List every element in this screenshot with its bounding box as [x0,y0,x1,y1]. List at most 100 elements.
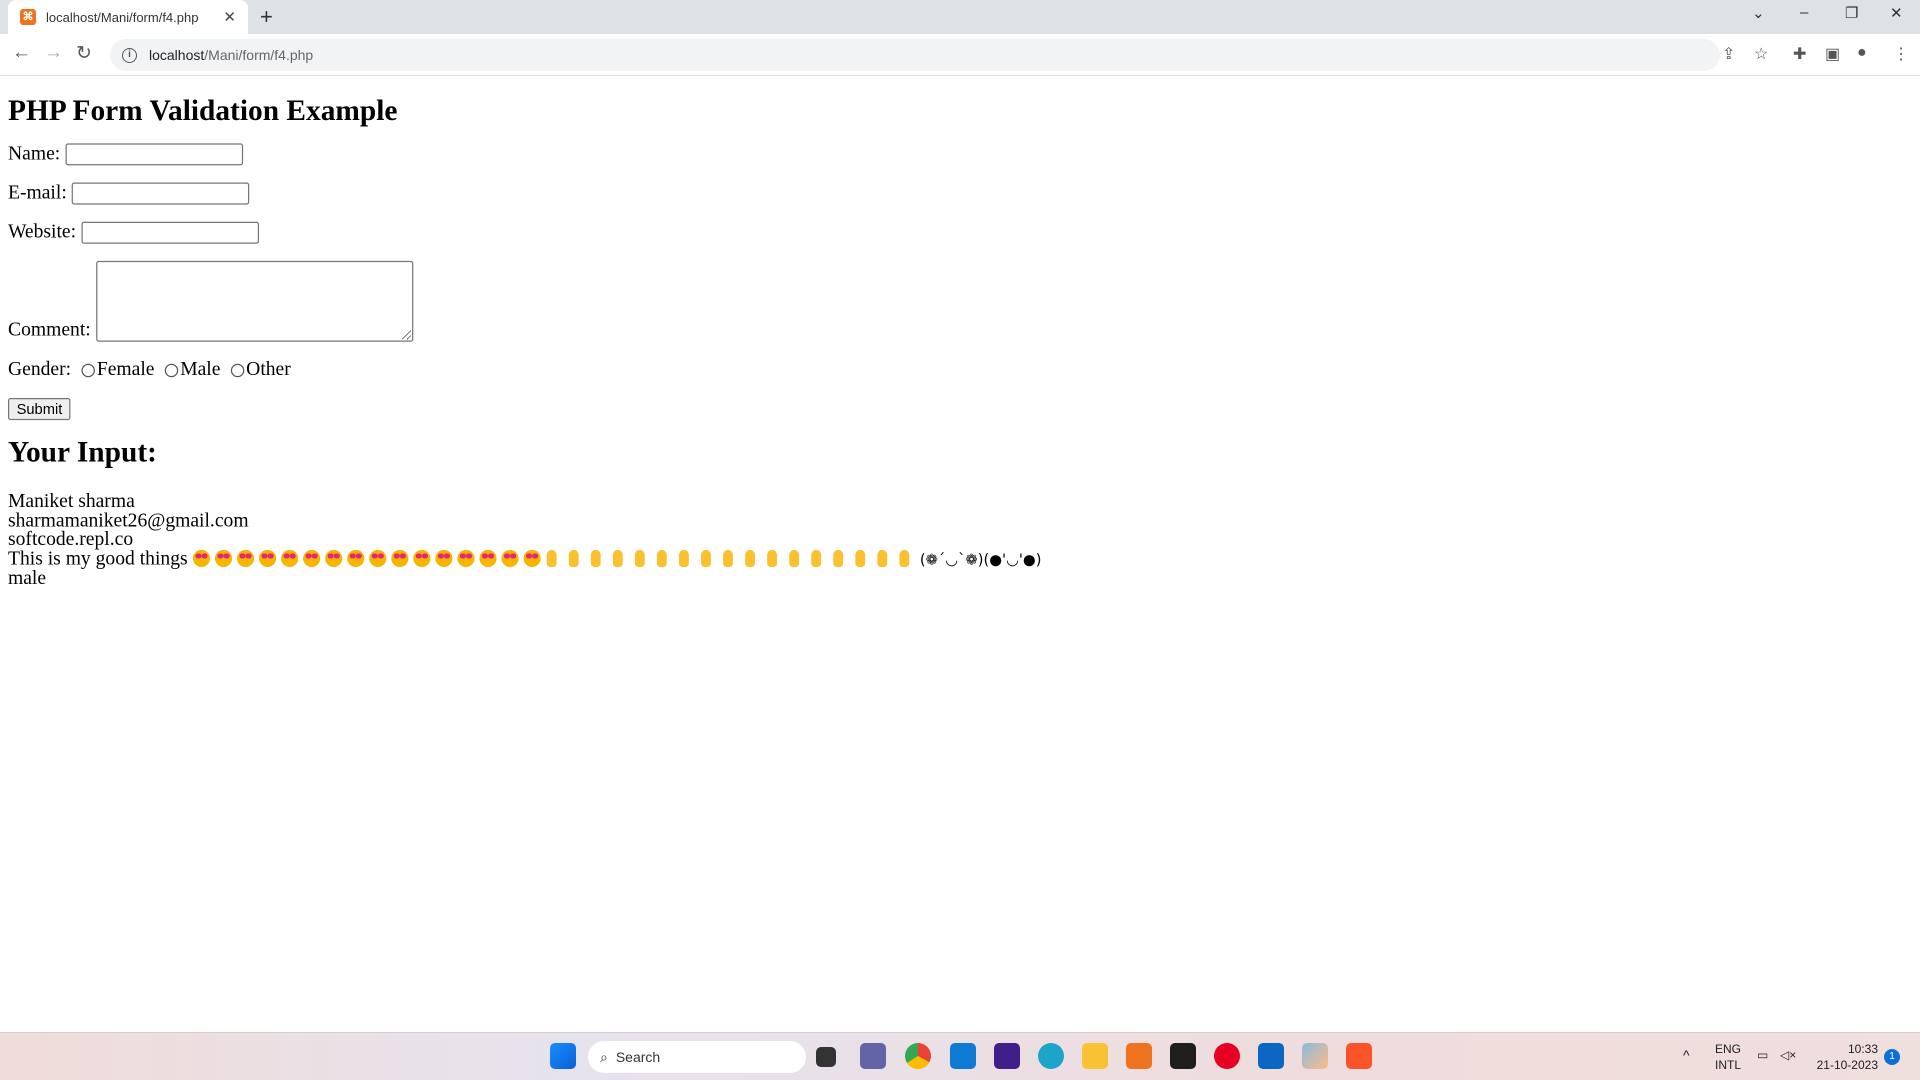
ok-hand-emoji-icon [766,549,778,567]
name-input[interactable] [65,143,243,166]
app-icon[interactable] [1302,1043,1328,1069]
ok-hand-emoji-icon [545,549,557,567]
search-icon: ⌕ [600,1048,608,1065]
heart-eyes-emoji-icon [412,549,431,567]
network-icon[interactable]: ▭ [1757,1047,1768,1063]
ok-hand-emoji-icon [832,549,844,567]
gender-other-radio[interactable] [230,363,244,377]
name-label: Name: [8,143,61,165]
intellij-icon[interactable] [994,1043,1020,1069]
file-explorer-icon[interactable] [1082,1043,1108,1069]
output-comment: This is my good things (❁´◡`❁)(●'◡'●) [8,549,1918,569]
ok-hand-emoji-icon [854,549,866,567]
tab-bar: ⌘ localhost/Mani/form/f4.php ✕ + ⌄ – ❐ ✕ [0,0,1920,34]
submit-button[interactable]: Submit [8,398,71,421]
heart-eyes-emoji-icon [501,549,519,567]
heart-eyes-emoji-icon [324,549,342,567]
ok-hand-emoji-icon [898,549,910,567]
output-block: Maniket sharma sharmamaniket26@gmail.com… [8,492,1918,588]
comment-label: Comment: [8,319,91,341]
gender-male-radio[interactable] [164,363,178,377]
pinterest-icon[interactable] [1214,1043,1240,1069]
side-panel-icon[interactable]: ▣ [1825,44,1840,64]
heart-eyes-emoji-icon [346,549,364,567]
ok-hand-emoji-icon [633,549,645,567]
ok-hand-emoji-icon [876,549,888,567]
ok-hand-emoji-icon [677,549,689,567]
ok-hand-emoji-icon [744,549,756,567]
taskbar-search[interactable]: ⌕ Search [588,1041,806,1073]
output-kaomoji: (❁´◡`❁)(●'◡'●) [919,550,1042,568]
gender-label: Gender: [8,358,72,380]
gender-female-label[interactable]: Female [97,359,155,381]
ok-hand-emoji-icon [699,549,711,567]
tab-active[interactable]: ⌘ localhost/Mani/form/f4.php ✕ [8,0,248,34]
heart-eyes-emoji-icon [258,549,276,567]
date: 21-10-2023 [1816,1058,1878,1072]
heart-eyes-emoji-icon [236,549,254,567]
tab-title: localhost/Mani/form/f4.php [46,9,199,25]
heart-eyes-emoji-icon [390,549,409,567]
comment-textarea[interactable] [95,260,413,342]
bookmark-star-icon[interactable]: ☆ [1754,44,1768,64]
tab-search-icon[interactable]: ⌄ [1752,4,1765,22]
time: 10:33 [1847,1042,1878,1056]
teams-icon[interactable] [860,1043,886,1069]
website-input[interactable] [80,221,259,244]
language-indicator[interactable]: ENG INTL [1715,1041,1741,1073]
info-icon[interactable]: i [122,47,137,63]
forward-icon[interactable]: → [44,42,63,64]
output-name: Maniket sharma [8,491,135,512]
ok-hand-emoji-icon [567,549,579,567]
close-window-button[interactable]: ✕ [1890,4,1903,22]
output-website: softcode.repl.co [8,529,134,550]
restore-button[interactable]: ❐ [1845,4,1858,22]
ok-hand-emoji-icon [611,549,623,567]
address-toolbar: ← → ↻ i localhost/Mani/form/f4.php ⇪ ☆ ✚… [0,34,1920,76]
notification-badge[interactable]: 1 [1884,1049,1900,1065]
xampp-favicon-icon: ⌘ [20,9,36,25]
heart-eyes-emoji-icon [192,549,210,567]
ok-hand-emoji-icon [722,549,734,567]
store-icon[interactable] [1258,1043,1284,1069]
heart-eyes-emoji-icon [457,549,475,567]
new-tab-button[interactable]: + [260,4,273,30]
emoji-list [192,548,920,569]
page-content: PHP Form Validation Example Name: E-mail… [8,76,1918,588]
ok-hand-emoji-icon [589,549,601,567]
vscode-icon[interactable] [950,1043,976,1069]
brave-icon[interactable] [1346,1043,1372,1069]
extensions-icon[interactable]: ✚ [1793,44,1806,64]
heart-eyes-emoji-icon [368,549,386,567]
ok-hand-emoji-icon [788,549,800,567]
clock[interactable]: 10:33 21-10-2023 [1812,1041,1878,1073]
start-windows-icon[interactable] [550,1043,576,1069]
edge-icon[interactable] [1038,1043,1064,1069]
email-input[interactable] [71,182,250,205]
share-icon[interactable]: ⇪ [1722,44,1735,64]
tray-chevron-icon[interactable]: ^ [1683,1047,1690,1063]
task-view-icon[interactable] [816,1047,836,1067]
gender-other-label[interactable]: Other [246,359,291,381]
page-title: PHP Form Validation Example [8,95,398,128]
reload-icon[interactable]: ↻ [76,42,92,65]
layout: INTL [1715,1058,1742,1072]
profile-avatar-icon[interactable]: ● [1857,44,1867,62]
close-tab-icon[interactable]: ✕ [223,8,236,26]
gender-male-label[interactable]: Male [180,359,220,381]
heart-eyes-emoji-icon [302,549,320,567]
output-comment-text: This is my good things [8,548,188,569]
xampp-icon[interactable] [1126,1043,1152,1069]
menu-icon[interactable]: ⋮ [1893,44,1909,64]
url-path: /Mani/form/f4.php [204,47,314,63]
heart-eyes-emoji-icon [479,549,497,567]
chrome-icon[interactable] [905,1043,931,1069]
output-gender: male [8,568,47,590]
website-label: Website: [8,221,77,243]
gender-female-radio[interactable] [80,363,95,377]
figma-icon[interactable] [1170,1043,1196,1069]
address-bar[interactable]: i localhost/Mani/form/f4.php [110,39,1720,71]
volume-muted-icon[interactable]: ◁× [1780,1047,1796,1063]
minimize-button[interactable]: – [1800,4,1808,21]
back-icon[interactable]: ← [12,42,31,64]
